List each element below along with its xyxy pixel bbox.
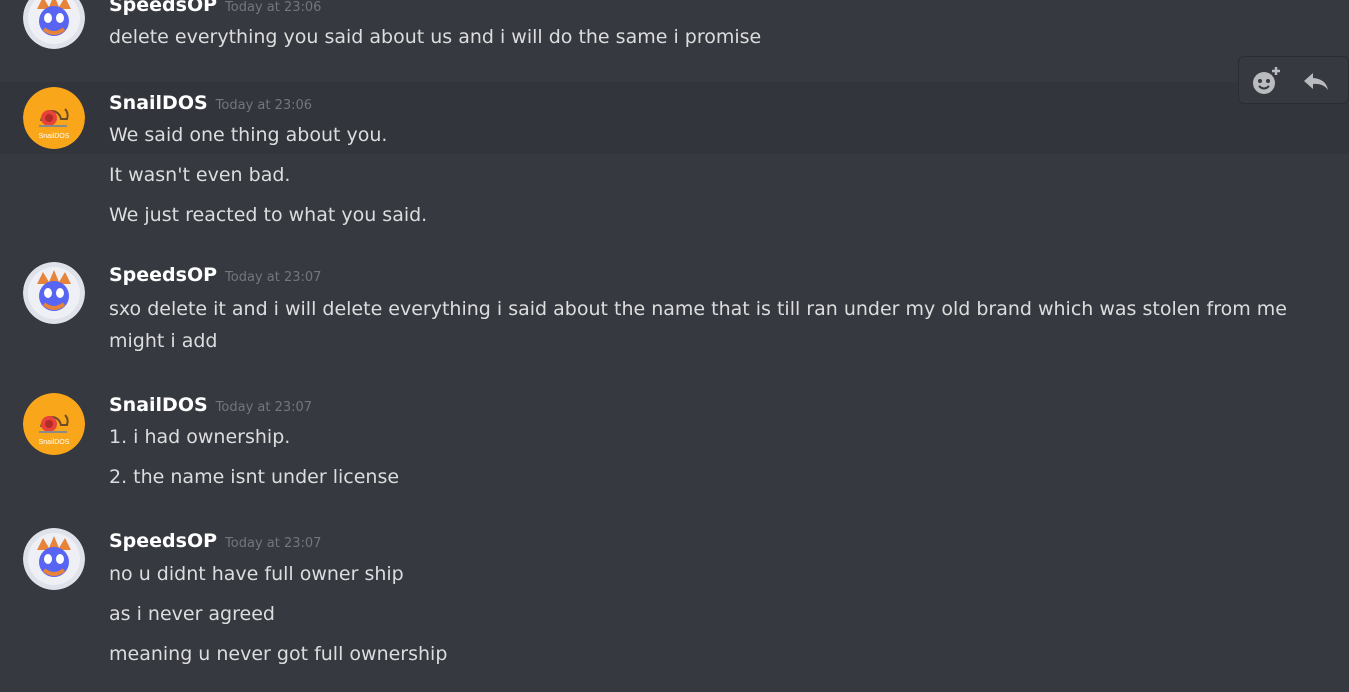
speedsop-avatar-image [23, 528, 85, 590]
message-line: We said one thing about you. [109, 124, 388, 146]
message-line: meaning u never got full ownership [109, 643, 448, 665]
timestamp: Today at 23:06 [225, 0, 322, 15]
snaildos-avatar-image: SnailDOS [23, 87, 85, 149]
add-reaction-icon [1253, 67, 1280, 94]
reply-icon [1304, 73, 1328, 90]
message-group: SpeedsOP Today at 23:07 sxo delete it and… [0, 255, 1349, 365]
message-header: SpeedsOP Today at 23:06 [109, 0, 321, 16]
username[interactable]: SnailDOS [109, 92, 208, 114]
message-line: delete everything you said about us and … [109, 26, 762, 48]
avatar-speedsop[interactable] [23, 528, 85, 590]
message-header: SnailDOS Today at 23:06 [109, 92, 312, 114]
snaildos-avatar-image: SnailDOS [23, 393, 85, 455]
reply-button[interactable] [1299, 64, 1333, 98]
timestamp: Today at 23:07 [225, 536, 322, 551]
message-line: We just reacted to what you said. [109, 204, 428, 226]
message-actions-toolbar [1238, 56, 1349, 104]
message-group: SpeedsOP Today at 23:06 delete everything… [0, 0, 1349, 82]
avatar-snaildos[interactable]: SnailDOS [23, 87, 85, 149]
avatar-speedsop[interactable] [23, 262, 85, 324]
add-reaction-button[interactable] [1249, 64, 1283, 98]
message-line: It wasn't even bad. [109, 164, 291, 186]
avatar-label: SnailDOS [39, 439, 70, 446]
username[interactable]: SnailDOS [109, 394, 208, 416]
message-line: no u didnt have full owner ship [109, 563, 404, 585]
message-header: SpeedsOP Today at 23:07 [109, 264, 321, 286]
speedsop-avatar-image [23, 0, 85, 49]
timestamp: Today at 23:07 [215, 400, 313, 415]
message-group: SnailDOS SnailDOS Today at 23:07 1. i had… [0, 390, 1349, 500]
message-line: 2. the name isnt under license [109, 466, 400, 488]
message-header: SpeedsOP Today at 23:07 [109, 530, 321, 552]
message-group: SnailDOS SnailDOS Today at 23:06 We said … [0, 82, 1349, 232]
username[interactable]: SpeedsOP [109, 264, 217, 286]
username[interactable]: SpeedsOP [109, 0, 217, 16]
avatar-label: SnailDOS [39, 133, 70, 140]
message-header: SnailDOS Today at 23:07 [109, 394, 312, 416]
message-line: 1. i had ownership. [109, 426, 291, 448]
username[interactable]: SpeedsOP [109, 530, 217, 552]
avatar-snaildos[interactable]: SnailDOS [23, 393, 85, 455]
speedsop-avatar-image [23, 262, 85, 324]
timestamp: Today at 23:07 [225, 270, 322, 285]
message-group: SpeedsOP Today at 23:07 no u didnt have f… [0, 525, 1349, 692]
timestamp: Today at 23:06 [215, 98, 313, 113]
avatar-speedsop[interactable] [23, 0, 85, 49]
message-line: as i never agreed [109, 603, 275, 625]
message-line: sxo delete it and i will delete everythi… [109, 298, 1287, 352]
